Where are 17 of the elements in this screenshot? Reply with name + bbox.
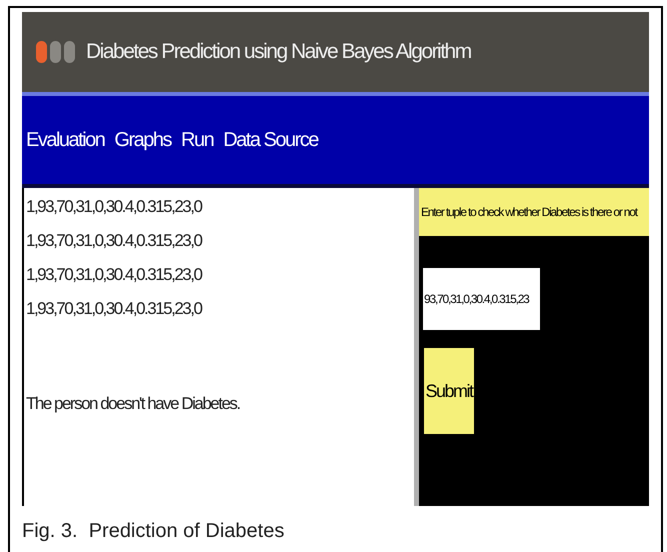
data-row-text: 1,93,70,31,0,30.4,0.315,23,0 bbox=[26, 196, 202, 218]
prompt-label: Enter tuple to check whether Diabetes is there or not bbox=[419, 188, 649, 236]
tuple-field[interactable]: 93,70,31,0,30.4,0.315,23 bbox=[423, 268, 540, 330]
data-row-text: 1,93,70,31,0,30.4,0.315,23,0 bbox=[26, 264, 202, 286]
menu-item[interactable]: Run bbox=[181, 125, 214, 155]
maximize-icon[interactable] bbox=[64, 41, 75, 63]
submit-button[interactable]: Submit bbox=[424, 348, 474, 434]
menu-item[interactable]: Evaluation bbox=[26, 125, 104, 155]
data-row-text: 1,93,70,31,0,30.4,0.315,23,0 bbox=[26, 298, 202, 320]
menu-item[interactable]: Data Source bbox=[223, 125, 318, 155]
menu-item[interactable]: Graphs bbox=[114, 125, 171, 155]
minimize-icon[interactable] bbox=[50, 41, 61, 63]
figure-caption: Fig. 3. Prediction of Diabetes bbox=[22, 519, 284, 544]
data-row-text: 1,93,70,31,0,30.4,0.315,23,0 bbox=[26, 230, 202, 252]
window-title: Diabetes Prediction using Naive Bayes Algorithm bbox=[86, 39, 471, 66]
close-icon[interactable] bbox=[36, 41, 47, 63]
result-text: The person doesn't have Diabetes. bbox=[26, 392, 240, 414]
